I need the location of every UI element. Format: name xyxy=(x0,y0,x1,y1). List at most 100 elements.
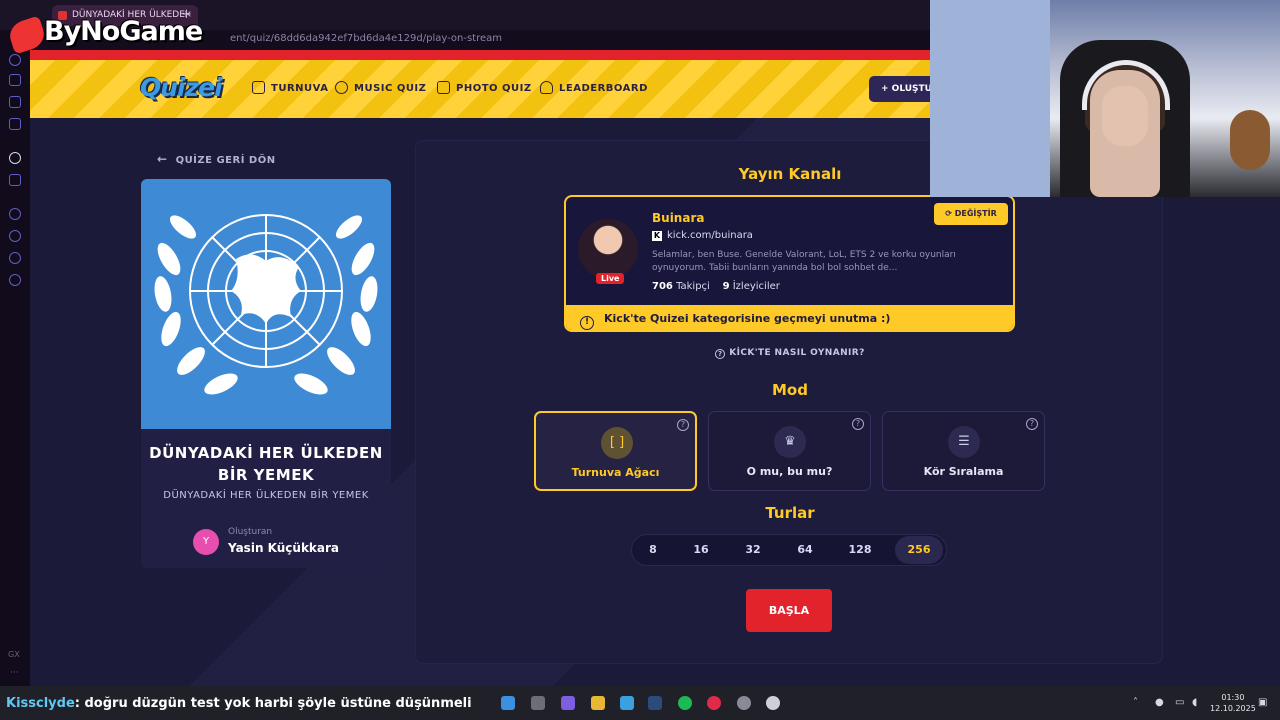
quiz-card: DÜNYADAKİ HER ÜLKEDEN BİR YEMEK DÜNYADAK… xyxy=(141,179,391,568)
discord-icon[interactable] xyxy=(737,696,751,710)
clock-time: 01:30 xyxy=(1221,693,1245,702)
kick-app-icon[interactable] xyxy=(9,152,21,164)
how-to-play-label: KİCK'TE NASIL OYNANIR? xyxy=(729,348,865,358)
category-warning: ! Kick'te Quizei kategorisine geçmeyi unu… xyxy=(566,305,1013,330)
quiz-title: DÜNYADAKİ HER ÜLKEDEN BİR YEMEK xyxy=(149,444,383,484)
more-icon[interactable]: ··· xyxy=(10,668,19,678)
change-channel-label: DEĞİŞTİR xyxy=(954,209,997,218)
start-button[interactable]: BAŞLA xyxy=(746,589,832,632)
round-option-128[interactable]: 128 xyxy=(836,536,884,564)
trophy-icon xyxy=(252,81,265,94)
opera-gx-icon[interactable] xyxy=(707,696,721,710)
channel-name: Buinara xyxy=(652,211,705,225)
clock[interactable]: 01:30 12.10.2025 xyxy=(1210,692,1256,714)
nav-leaderboard-label: LEADERBOARD xyxy=(559,83,648,94)
spotify-icon[interactable] xyxy=(678,696,692,710)
channel-avatar xyxy=(578,219,638,279)
viewers-count: 9 xyxy=(722,281,730,292)
nav-music-quiz-label: MUSIC QUIZ xyxy=(354,83,427,94)
site-logo[interactable]: Quizei xyxy=(140,73,223,102)
obs-icon[interactable] xyxy=(766,696,780,710)
back-link-label: QUİZE GERİ DÖN xyxy=(175,155,276,166)
history-icon[interactable] xyxy=(9,230,21,242)
mode-option-this-or-that[interactable]: ♛ O mu, bu mu? ? xyxy=(708,411,871,491)
chevron-up-icon[interactable]: ˄ xyxy=(1133,697,1138,708)
quiz-subtitle: DÜNYADAKİ HER ÜLKEDEN BİR YEMEK xyxy=(163,490,369,501)
nav-leaderboard[interactable]: LEADERBOARD xyxy=(540,81,648,94)
microphone-icon[interactable]: ● xyxy=(1155,697,1164,708)
nav-music-quiz[interactable]: MUSIC QUIZ xyxy=(335,81,426,94)
help-circle-icon[interactable]: ? xyxy=(677,419,689,431)
round-option-32[interactable]: 32 xyxy=(729,536,777,564)
refresh-icon: ⟳ xyxy=(945,209,955,218)
channel-card: Live Buinara Kkick.com/buinara Selamlar,… xyxy=(564,195,1015,332)
mode-label: Turnuva Ağacı xyxy=(571,466,660,479)
steam-icon[interactable] xyxy=(648,696,662,710)
mode-option-blind-ranking[interactable]: ☰ Kör Sıralama ? xyxy=(882,411,1045,491)
round-option-8[interactable]: 8 xyxy=(629,536,677,564)
rounds-selector: 8 16 32 64 128 256 xyxy=(631,534,947,566)
store-icon[interactable] xyxy=(620,696,634,710)
reload-icon[interactable] xyxy=(9,54,21,66)
arrow-left-icon: ← xyxy=(157,152,168,166)
chat-message: : doğru düzgün test yok harbi şöyle üstü… xyxy=(74,696,472,711)
twitch-icon[interactable] xyxy=(9,174,21,186)
followers-label: Takipçi xyxy=(676,281,710,292)
kick-logo-icon: K xyxy=(652,231,662,241)
start-menu-icon[interactable] xyxy=(501,696,515,710)
player-icon[interactable] xyxy=(9,208,21,220)
extensions-icon[interactable] xyxy=(9,74,21,86)
chat-overlay: Kissclyde: doğru düzgün test yok harbi ş… xyxy=(6,696,472,711)
change-channel-button[interactable]: ⟳ DEĞİŞTİR xyxy=(934,203,1008,225)
channel-link[interactable]: Kkick.com/buinara xyxy=(652,230,753,241)
settings-icon[interactable] xyxy=(9,274,21,286)
gx-icon[interactable]: GX xyxy=(8,650,20,659)
un-emblem-icon xyxy=(154,214,378,395)
mode-section-title: Mod xyxy=(772,381,808,399)
cube-icon[interactable] xyxy=(9,252,21,264)
round-option-16[interactable]: 16 xyxy=(677,536,725,564)
webcam-plush xyxy=(1230,110,1270,170)
chat-username: Kissclyde xyxy=(6,696,75,711)
mail-icon[interactable] xyxy=(9,118,21,130)
mode-label: O mu, bu mu? xyxy=(746,465,833,478)
mode-label: Kör Sıralama xyxy=(923,465,1004,478)
network-icon[interactable]: ▭ xyxy=(1175,697,1184,708)
channel-description: Selamlar, ben Buse. Genelde Valorant, Lo… xyxy=(652,250,956,273)
messenger-icon[interactable] xyxy=(9,96,21,108)
round-option-256[interactable]: 256 xyxy=(895,536,943,564)
nav-photo-quiz[interactable]: PHOTO QUIZ xyxy=(437,81,532,94)
camera-icon xyxy=(437,81,450,94)
round-option-64[interactable]: 64 xyxy=(781,536,829,564)
live-badge: Live xyxy=(596,273,625,284)
alert-icon: ! xyxy=(580,316,594,330)
bracket-icon: [ ] xyxy=(601,427,633,459)
nav-photo-quiz-label: PHOTO QUIZ xyxy=(456,83,532,94)
author-name[interactable]: Yasin Küçükkara xyxy=(228,541,339,555)
help-circle-icon: ? xyxy=(715,349,726,359)
clock-date: 12.10.2025 xyxy=(1210,704,1256,713)
author-avatar[interactable]: Y xyxy=(193,529,219,555)
notifications-icon[interactable]: ▣ xyxy=(1258,697,1267,708)
url-text[interactable]: ent/quiz/68dd6da942ef7bd6da4e129d/play-o… xyxy=(230,33,502,44)
play-settings-panel: Yayın Kanalı Live Buinara Kkick.com/buin… xyxy=(415,140,1163,664)
file-explorer-icon[interactable] xyxy=(591,696,605,710)
crown-icon: ♛ xyxy=(774,426,806,458)
nav-turnuva[interactable]: TURNUVA xyxy=(252,81,328,94)
author-label: Oluşturan xyxy=(228,527,273,537)
mode-option-tournament[interactable]: [ ] Turnuva Ağacı ? xyxy=(534,411,697,491)
volume-icon[interactable]: ◖ xyxy=(1192,697,1197,708)
task-view-icon[interactable] xyxy=(531,696,545,710)
help-circle-icon[interactable]: ? xyxy=(1026,418,1038,430)
how-to-play-link[interactable]: ? KİCK'TE NASIL OYNANIR? xyxy=(416,348,1164,359)
medal-icon xyxy=(540,81,553,94)
copilot-icon[interactable] xyxy=(561,696,575,710)
browser-sidebar: GX ··· xyxy=(0,30,30,686)
music-note-icon xyxy=(335,81,348,94)
back-to-quiz-link[interactable]: ← QUİZE GERİ DÖN xyxy=(157,152,276,166)
channel-stats: 706 Takipçi 9 İzleyiciler xyxy=(652,281,780,292)
watermark-text: ByNoGame xyxy=(44,16,203,47)
help-circle-icon[interactable]: ? xyxy=(852,418,864,430)
channel-link-text: kick.com/buinara xyxy=(667,230,753,241)
category-warning-text: Kick'te Quizei kategorisine geçmeyi unut… xyxy=(604,312,891,325)
